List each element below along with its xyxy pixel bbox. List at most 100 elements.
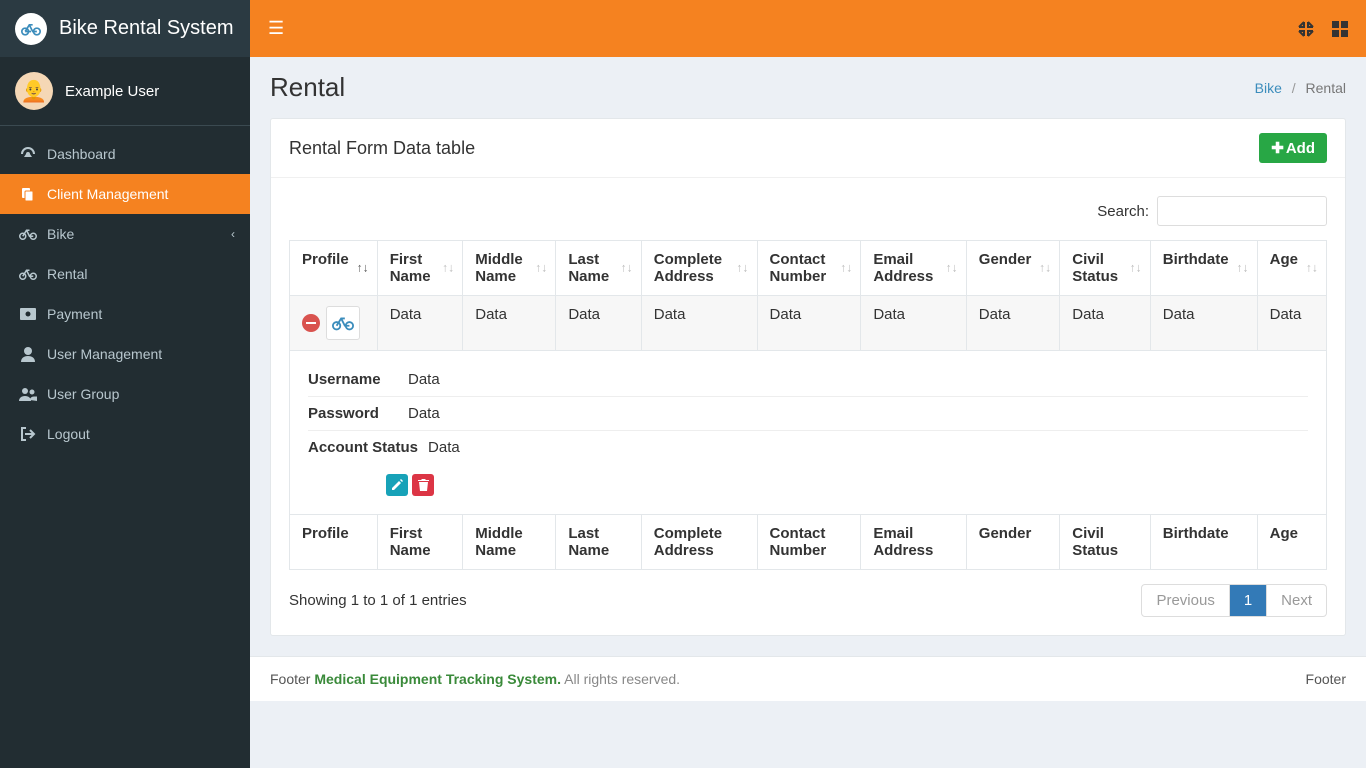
sidebar-item-label: Payment [47, 306, 102, 322]
tf-contact-number: Contact Number [757, 515, 861, 570]
th-contact-number[interactable]: Contact Number↑↓ [757, 241, 861, 296]
sort-icon: ↑↓ [1237, 264, 1249, 271]
plus-icon: ✚ [1271, 139, 1284, 157]
sidebar-item-bike[interactable]: Bike ‹ [0, 214, 250, 254]
sidebar-item-label: Logout [47, 426, 90, 442]
th-profile[interactable]: Profile↑↓ [290, 241, 378, 296]
tf-email-address: Email Address [861, 515, 966, 570]
detail-item-account-status: Account Status Data [308, 431, 1308, 464]
detail-label: Account Status [308, 439, 418, 456]
cell-email-address: Data [861, 296, 966, 351]
sort-icon: ↑↓ [946, 264, 958, 271]
search-label: Search: [1097, 203, 1149, 220]
th-birthdate[interactable]: Birthdate↑↓ [1150, 241, 1257, 296]
tf-civil-status: Civil Status [1060, 515, 1150, 570]
payment-icon [15, 308, 41, 320]
panel: Rental Form Data table ✚Add Search: Prof… [270, 118, 1346, 636]
cell-first-name: Data [377, 296, 463, 351]
sort-icon: ↑↓ [621, 264, 633, 271]
sidebar-item-label: Rental [47, 266, 87, 282]
cell-profile [290, 296, 378, 351]
th-civil-status[interactable]: Civil Status↑↓ [1060, 241, 1150, 296]
sidebar-item-payment[interactable]: Payment [0, 294, 250, 334]
tf-birthdate: Birthdate [1150, 515, 1257, 570]
collapse-row-button[interactable] [302, 314, 320, 332]
tf-last-name: Last Name [556, 515, 641, 570]
cell-middle-name: Data [463, 296, 556, 351]
footer-prefix: Footer [270, 671, 314, 687]
edit-button[interactable] [386, 474, 408, 496]
app-logo[interactable]: Bike Rental System [0, 0, 250, 57]
footer-right: Footer [1306, 671, 1346, 687]
cell-contact-number: Data [757, 296, 861, 351]
cell-last-name: Data [556, 296, 641, 351]
content-header: Rental Bike / Rental [250, 57, 1366, 118]
pagination-previous[interactable]: Previous [1142, 585, 1229, 616]
cell-civil-status: Data [1060, 296, 1150, 351]
collapse-icon[interactable] [1298, 21, 1314, 37]
tf-age: Age [1257, 515, 1326, 570]
pagination-page-1[interactable]: 1 [1230, 585, 1267, 616]
panel-header: Rental Form Data table ✚Add [271, 119, 1345, 178]
delete-button[interactable] [412, 474, 434, 496]
detail-value: Data [408, 371, 440, 388]
breadcrumb-current: Rental [1306, 80, 1346, 96]
th-age[interactable]: Age↑↓ [1257, 241, 1326, 296]
tf-complete-address: Complete Address [641, 515, 757, 570]
sidebar-item-label: User Management [47, 346, 162, 362]
sidebar-nav: Dashboard Client Management Bike ‹ Renta… [0, 134, 250, 454]
detail-value: Data [408, 405, 440, 422]
table-row: Data Data Data Data Data Data Data Data … [290, 296, 1327, 351]
tf-middle-name: Middle Name [463, 515, 556, 570]
sidebar-item-logout[interactable]: Logout [0, 414, 250, 454]
bike-icon [15, 227, 41, 241]
cell-complete-address: Data [641, 296, 757, 351]
footer-system: Medical Equipment Tracking System. [314, 671, 561, 687]
sort-icon: ↑↓ [1039, 264, 1051, 271]
pagination-next[interactable]: Next [1267, 585, 1326, 616]
user-panel: 🧑‍🦲 Example User [0, 57, 250, 126]
sidebar-item-client-management[interactable]: Client Management [0, 174, 250, 214]
search-input[interactable] [1157, 196, 1327, 226]
hamburger-icon[interactable]: ☰ [268, 18, 284, 39]
tf-first-name: First Name [377, 515, 463, 570]
th-email-address[interactable]: Email Address↑↓ [861, 241, 966, 296]
content-wrapper: Rental Bike / Rental Rental Form Data ta… [250, 0, 1366, 636]
th-gender[interactable]: Gender↑↓ [966, 241, 1060, 296]
user-icon [15, 346, 41, 362]
logout-icon [15, 427, 41, 441]
sidebar-item-rental[interactable]: Rental [0, 254, 250, 294]
footer-left: Footer Medical Equipment Tracking System… [270, 671, 680, 687]
topbar: ☰ [250, 0, 1366, 57]
th-first-name[interactable]: First Name↑↓ [377, 241, 463, 296]
sort-asc-icon: ↑↓ [357, 264, 369, 271]
sort-icon: ↑↓ [535, 264, 547, 271]
data-table: Profile↑↓ First Name↑↓ Middle Name↑↓ Las… [289, 240, 1327, 570]
breadcrumb-link[interactable]: Bike [1255, 80, 1282, 96]
th-complete-address[interactable]: Complete Address↑↓ [641, 241, 757, 296]
table-info: Showing 1 to 1 of 1 entries [289, 592, 467, 609]
panel-title: Rental Form Data table [289, 138, 475, 159]
profile-image [326, 306, 360, 340]
sidebar-item-label: User Group [47, 386, 119, 402]
app-title: Bike Rental System [59, 17, 234, 40]
sidebar-item-label: Dashboard [47, 146, 116, 162]
panel-body: Search: Profile↑↓ First Name↑↓ Middle Na… [271, 178, 1345, 635]
th-last-name[interactable]: Last Name↑↓ [556, 241, 641, 296]
grid-icon[interactable] [1332, 21, 1348, 37]
th-middle-name[interactable]: Middle Name↑↓ [463, 241, 556, 296]
main-footer: Footer Medical Equipment Tracking System… [250, 656, 1366, 701]
sidebar-item-dashboard[interactable]: Dashboard [0, 134, 250, 174]
add-button[interactable]: ✚Add [1259, 133, 1327, 163]
pagination: Previous 1 Next [1141, 584, 1327, 617]
chevron-left-icon: ‹ [231, 227, 235, 241]
users-icon [15, 387, 41, 401]
bike-icon [15, 267, 41, 281]
sidebar-item-user-management[interactable]: User Management [0, 334, 250, 374]
detail-item-username: Username Data [308, 363, 1308, 397]
sidebar-item-user-group[interactable]: User Group [0, 374, 250, 414]
add-button-label: Add [1286, 140, 1315, 157]
detail-list: Username Data Password Data Account Stat… [308, 363, 1308, 464]
bike-logo-icon [15, 13, 47, 45]
sidebar-item-label: Client Management [47, 186, 168, 202]
